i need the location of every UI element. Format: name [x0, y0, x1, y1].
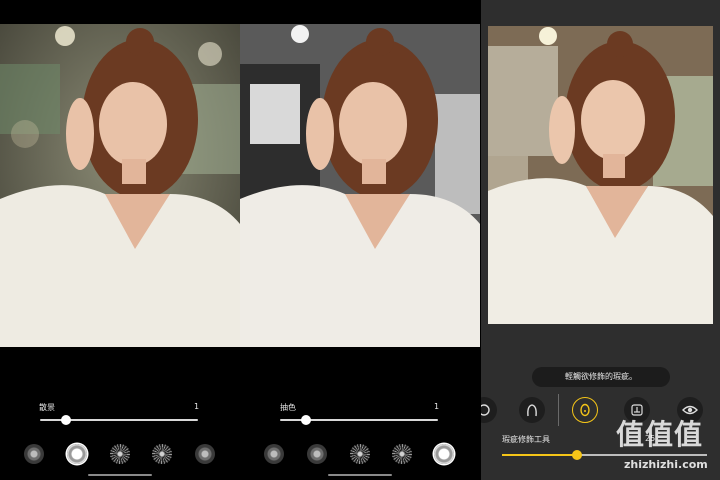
- retouch-tool-button[interactable]: [481, 397, 497, 423]
- tool-slider-label: 瑕疵修飾工具: [502, 435, 550, 444]
- blemish-icon: [580, 403, 590, 417]
- effect-zoom-button[interactable]: [110, 444, 130, 464]
- portrait-photo: [240, 24, 480, 347]
- home-indicator: [328, 474, 392, 476]
- retouch-hint: 輕觸欲修飾的瑕疵。: [532, 367, 670, 387]
- effect-slider-label: 抽色: [280, 403, 296, 412]
- effect-slider-value: 1: [434, 402, 440, 411]
- face-outline-tool-button[interactable]: [519, 397, 545, 423]
- portrait-retouch-panel: 輕觸欲修飾的瑕疵。 瑕疵修飾工具 25: [481, 0, 720, 480]
- effect-spin-button[interactable]: [152, 444, 172, 464]
- retouch-icon: [481, 404, 490, 416]
- portrait-photo: [0, 24, 240, 347]
- effect-slider-knob[interactable]: [61, 415, 71, 425]
- effect-color-pop-button[interactable]: [434, 444, 454, 464]
- effect-zoom-button[interactable]: [350, 444, 370, 464]
- home-indicator: [88, 474, 152, 476]
- portrait-edit-panel-bokeh: 散景 1: [0, 0, 240, 480]
- smooth-icon: [631, 404, 643, 416]
- effect-bokeh-button[interactable]: [67, 444, 87, 464]
- effect-slider-label: 散景: [39, 403, 55, 412]
- effect-bokeh-button[interactable]: [307, 444, 327, 464]
- tool-slider-fill[interactable]: [502, 454, 577, 456]
- portrait-photo: [488, 26, 713, 324]
- effect-slider-value: 1: [194, 402, 200, 411]
- watermark-logo: 值值值: [616, 418, 704, 451]
- effect-stage-button[interactable]: [195, 444, 215, 464]
- tool-slider-track[interactable]: [577, 454, 707, 456]
- tool-divider: [558, 394, 559, 426]
- effect-slider-knob[interactable]: [301, 415, 311, 425]
- effect-standard-button[interactable]: [24, 444, 44, 464]
- blemish-tool-button[interactable]: [572, 397, 598, 423]
- eye-icon: [682, 405, 698, 415]
- portrait-edit-panel-color-pop: 抽色 1: [240, 0, 480, 480]
- effect-spin-button[interactable]: [392, 444, 412, 464]
- face-outline-icon: [527, 404, 537, 417]
- effect-standard-button[interactable]: [264, 444, 284, 464]
- watermark-site: zhizhizhi.com: [624, 458, 708, 471]
- tool-slider-knob[interactable]: [572, 450, 582, 460]
